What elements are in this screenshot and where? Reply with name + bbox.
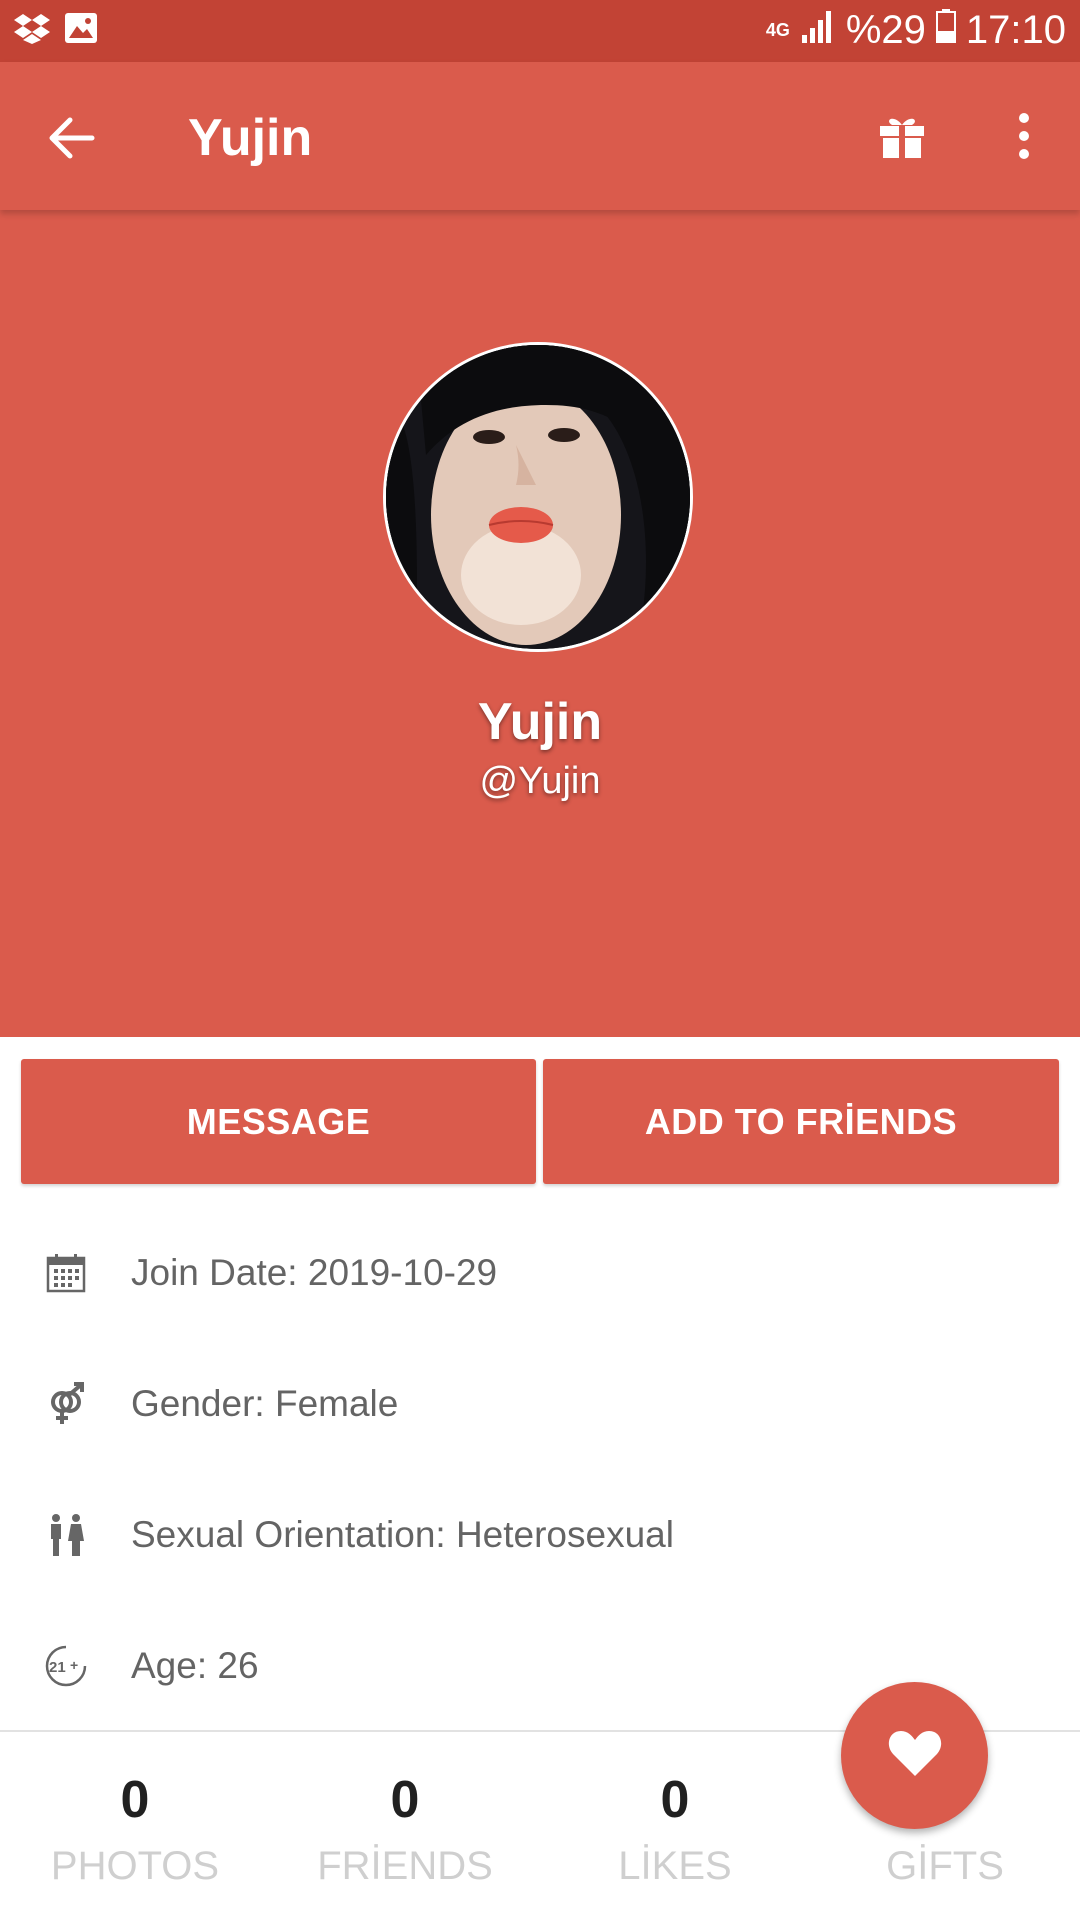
likes-label: LİKES <box>618 1844 732 1888</box>
photos-label: PHOTOS <box>50 1844 220 1888</box>
clock: 17:10 <box>965 8 1066 52</box>
stat-photos[interactable]: 0 PHOTOS <box>0 1732 270 1889</box>
like-button[interactable] <box>841 1682 988 1829</box>
orientation-text: Sexual Orientation: Heterosexual <box>131 1514 674 1555</box>
join-date-text: Join Date: 2019-10-29 <box>131 1252 498 1293</box>
network-label: 4G <box>765 20 790 40</box>
gender-row: Gender: Female <box>0 1359 1080 1449</box>
avatar[interactable] <box>383 342 693 652</box>
gifts-label: GİFTS <box>886 1844 1004 1888</box>
gift-icon[interactable] <box>878 112 926 160</box>
profile-username: @Yujin <box>479 760 601 802</box>
status-bar: 4G %29 17:10 <box>0 0 1080 62</box>
likes-count: 0 <box>660 1771 690 1829</box>
svg-text:+: + <box>70 1657 78 1673</box>
photos-count: 0 <box>120 1771 150 1829</box>
age-text: Age: 26 <box>131 1645 259 1686</box>
join-date-row: Join Date: 2019-10-29 <box>0 1228 1080 1318</box>
stat-likes[interactable]: 0 LİKES <box>540 1732 810 1889</box>
battery-icon <box>935 8 956 53</box>
gender-text: Gender: Female <box>131 1383 399 1424</box>
dropbox-icon <box>14 12 50 49</box>
couple-icon <box>44 1513 88 1557</box>
friends-count: 0 <box>390 1771 420 1829</box>
profile-header: Yujin @Yujin <box>0 210 1080 1037</box>
orientation-row: Sexual Orientation: Heterosexual <box>0 1490 1080 1580</box>
age-21-plus-icon: 21 + <box>44 1644 88 1688</box>
back-arrow-icon[interactable] <box>44 110 100 166</box>
heart-icon <box>887 1728 943 1783</box>
calendar-icon <box>44 1251 88 1295</box>
image-icon <box>64 12 98 49</box>
more-vert-icon[interactable] <box>1000 112 1048 160</box>
svg-text:21: 21 <box>49 1659 66 1676</box>
battery-percent: %29 <box>845 8 926 52</box>
profile-name: Yujin <box>477 693 603 751</box>
page-title: Yujin <box>188 109 313 167</box>
signal-icon <box>800 8 836 53</box>
gender-icon <box>44 1382 88 1426</box>
friends-label: FRİENDS <box>317 1844 493 1888</box>
stat-friends[interactable]: 0 FRİENDS <box>270 1732 540 1889</box>
app-bar: Yujin <box>0 62 1080 210</box>
message-button[interactable]: MESSAGE <box>21 1059 536 1184</box>
add-to-friends-button[interactable]: ADD TO FRİENDS <box>543 1059 1059 1184</box>
